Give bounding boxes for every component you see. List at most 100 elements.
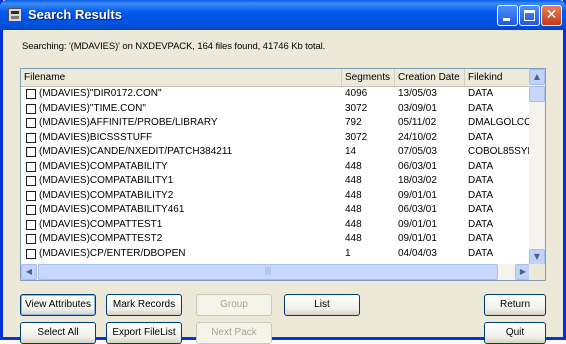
- creation-date-cell: 03/09/01: [398, 102, 437, 114]
- scroll-left-button[interactable]: ◀: [21, 264, 37, 280]
- table-row[interactable]: (MDAVIES)COMPATABILITY 448 06/03/01 DATA: [21, 160, 531, 175]
- filekind-cell: DATA: [468, 233, 494, 244]
- vertical-scrollbar[interactable]: ▲ ▼: [529, 69, 545, 265]
- maximize-icon: [524, 10, 535, 21]
- maximize-button[interactable]: [519, 5, 540, 26]
- app-icon: [8, 8, 22, 22]
- scroll-up-button[interactable]: ▲: [529, 69, 545, 85]
- arrow-up-icon: ▲: [533, 72, 541, 81]
- segments-cell: 3072: [345, 102, 368, 114]
- horizontal-scrollbar[interactable]: ◀ ||| ▶: [21, 264, 531, 280]
- table-row[interactable]: (MDAVIES)BICSSSTUFF 3072 24/10/02 DATA: [21, 131, 531, 146]
- segments-cell: 792: [345, 117, 362, 128]
- row-checkbox[interactable]: [26, 118, 36, 128]
- close-button[interactable]: ✕: [541, 5, 562, 26]
- filekind-cell: DATA: [468, 189, 494, 201]
- filename-cell: (MDAVIES)COMPATABILITY: [39, 160, 168, 172]
- group-button[interactable]: Group: [196, 294, 272, 316]
- row-checkbox[interactable]: [26, 190, 36, 201]
- filename-cell: (MDAVIES)BICSSSTUFF: [39, 131, 153, 143]
- filename-cell: (MDAVIES)"TIME.CON": [39, 102, 146, 114]
- filename-cell: (MDAVIES)CANDE/NXEDIT/PATCH384211: [39, 146, 233, 157]
- table-row[interactable]: (MDAVIES)CP/ENTER/DBOPEN 1 04/04/03 DATA: [21, 247, 531, 262]
- column-header-creation-date[interactable]: Creation Date: [395, 69, 465, 86]
- column-header-filename[interactable]: Filename: [21, 69, 342, 86]
- segments-cell: 448: [345, 160, 362, 172]
- scroll-down-button[interactable]: ▼: [529, 249, 545, 265]
- row-checkbox[interactable]: [26, 161, 36, 172]
- segments-cell: 448: [345, 175, 362, 186]
- view-attributes-button[interactable]: View Attributes: [20, 294, 96, 316]
- mark-records-button[interactable]: Mark Records: [106, 294, 182, 316]
- creation-date-cell: 13/05/03: [398, 88, 437, 99]
- segments-cell: 448: [345, 189, 362, 201]
- filekind-cell: DATA: [468, 204, 494, 215]
- horizontal-scroll-thumb[interactable]: |||: [38, 264, 498, 280]
- row-checkbox[interactable]: [26, 219, 36, 230]
- grip-icon: |||: [264, 266, 272, 275]
- table-row[interactable]: (MDAVIES)COMPATTEST2 448 09/01/01 DATA: [21, 232, 531, 247]
- filename-cell: (MDAVIES)COMPATABILITY461: [39, 204, 185, 215]
- row-checkbox[interactable]: [26, 234, 36, 244]
- table-row[interactable]: (MDAVIES)COMPATABILITY2 448 09/01/01 DAT…: [21, 189, 531, 204]
- table-row[interactable]: (MDAVIES)COMPATABILITY461 448 06/03/01 D…: [21, 203, 531, 218]
- table-row[interactable]: (MDAVIES)"TIME.CON" 3072 03/09/01 DATA: [21, 102, 531, 117]
- window-title: Search Results: [28, 7, 122, 22]
- filekind-cell: DMALGOLCODE: [468, 117, 530, 128]
- table-row[interactable]: (MDAVIES)AFFINITE/PROBE/LIBRARY 792 05/1…: [21, 116, 531, 131]
- return-button[interactable]: Return: [484, 294, 546, 316]
- next-pack-button[interactable]: Next Pack: [196, 322, 272, 344]
- filekind-cell: DATA: [468, 102, 494, 114]
- filekind-cell: DATA: [468, 218, 494, 230]
- row-checkbox[interactable]: [26, 176, 36, 186]
- table-row[interactable]: (MDAVIES)CANDE/NXEDIT/PATCH384211 14 07/…: [21, 145, 531, 160]
- creation-date-cell: 07/05/03: [398, 146, 437, 157]
- list-header: Filename Segments Creation Date Filekind: [21, 69, 531, 87]
- filename-cell: (MDAVIES)"DIR0172.CON": [39, 88, 162, 99]
- row-checkbox[interactable]: [26, 103, 36, 114]
- row-checkbox[interactable]: [26, 147, 36, 157]
- creation-date-cell: 05/11/02: [398, 117, 437, 128]
- arrow-down-icon: ▼: [533, 252, 541, 261]
- creation-date-cell: 09/01/01: [398, 218, 437, 230]
- creation-date-cell: 06/03/01: [398, 160, 437, 172]
- quit-button[interactable]: Quit: [484, 322, 546, 344]
- segments-cell: 4096: [345, 88, 368, 99]
- search-status-text: Searching: '(MDAVIES)' on NXDEVPACK, 164…: [22, 41, 326, 52]
- row-checkbox[interactable]: [26, 248, 36, 259]
- vertical-scroll-thumb[interactable]: [529, 86, 545, 102]
- results-list[interactable]: Filename Segments Creation Date Filekind…: [20, 68, 546, 281]
- row-checkbox[interactable]: [26, 132, 36, 143]
- column-header-segments[interactable]: Segments: [342, 69, 395, 86]
- row-checkbox[interactable]: [26, 89, 36, 99]
- row-checkbox[interactable]: [26, 205, 36, 215]
- select-all-button[interactable]: Select All: [20, 322, 96, 344]
- segments-cell: 448: [345, 218, 362, 230]
- creation-date-cell: 24/10/02: [398, 131, 437, 143]
- segments-cell: 448: [345, 204, 362, 215]
- filename-cell: (MDAVIES)COMPATTEST1: [39, 218, 163, 230]
- filename-cell: (MDAVIES)CP/ENTER/DBOPEN: [39, 247, 186, 259]
- list-button[interactable]: List: [284, 294, 360, 316]
- arrow-right-icon: ▶: [519, 267, 527, 276]
- creation-date-cell: 09/01/01: [398, 189, 437, 201]
- column-header-filekind[interactable]: Filekind: [465, 69, 531, 86]
- export-filelist-button[interactable]: Export FileList: [106, 322, 182, 344]
- minimize-button[interactable]: [497, 5, 518, 26]
- scrollbar-corner: [529, 264, 545, 280]
- table-row[interactable]: (MDAVIES)COMPATTEST1 448 09/01/01 DATA: [21, 218, 531, 233]
- list-rows: (MDAVIES)"DIR0172.CON" 4096 13/05/03 DAT…: [21, 87, 531, 261]
- filekind-cell: DATA: [468, 131, 494, 143]
- filekind-cell: DATA: [468, 88, 494, 99]
- table-row[interactable]: (MDAVIES)COMPATABILITY1 448 18/03/02 DAT…: [21, 174, 531, 189]
- creation-date-cell: 18/03/02: [398, 175, 437, 186]
- filename-cell: (MDAVIES)AFFINITE/PROBE/LIBRARY: [39, 117, 218, 128]
- table-row[interactable]: (MDAVIES)"DIR0172.CON" 4096 13/05/03 DAT…: [21, 87, 531, 102]
- creation-date-cell: 06/03/01: [398, 204, 437, 215]
- filekind-cell: DATA: [468, 175, 494, 186]
- segments-cell: 14: [345, 146, 357, 157]
- filename-cell: (MDAVIES)COMPATTEST2: [39, 233, 163, 244]
- creation-date-cell: 09/01/01: [398, 233, 437, 244]
- arrow-left-icon: ◀: [25, 267, 33, 276]
- title-bar[interactable]: Search Results ✕: [0, 0, 566, 30]
